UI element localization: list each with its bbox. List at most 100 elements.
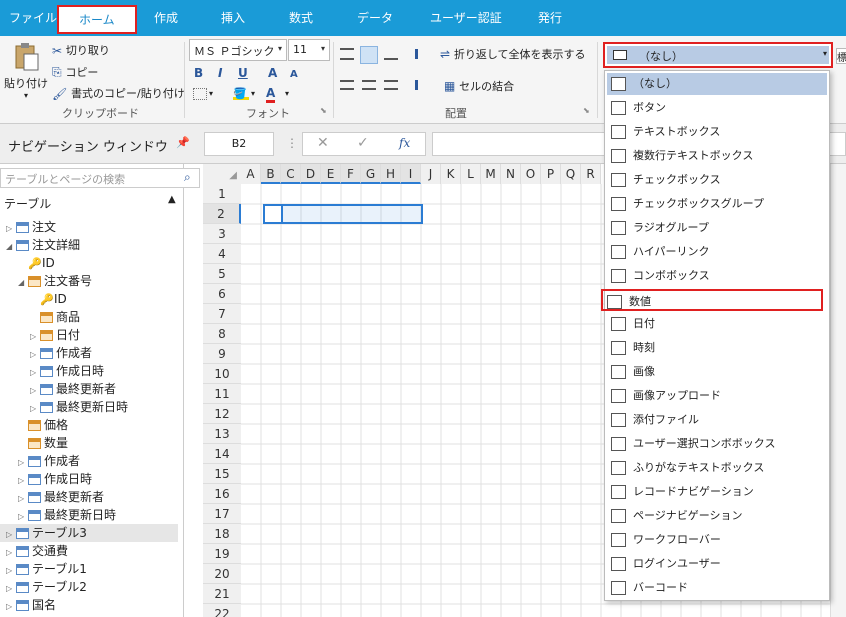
row-header[interactable]: 9 [203,344,241,364]
cancel-icon[interactable]: ✕ [317,135,329,151]
control-option[interactable]: チェックボックス [607,169,827,191]
nav-field[interactable]: ▷ 最終更新者 [18,488,104,506]
nav-field[interactable]: 価格 [18,416,68,434]
nav-field[interactable]: ▷ 最終更新日時 [18,506,116,524]
menu-publish[interactable]: 発行 [538,9,562,26]
row-header[interactable]: 22 [203,604,241,617]
style-select[interactable]: 標 [836,48,846,64]
menu-data[interactable]: データ [357,9,393,26]
row-header[interactable]: 18 [203,524,241,544]
search-icon[interactable]: ⌕ [184,170,191,185]
align-top-icon[interactable] [340,48,354,60]
column-header[interactable]: C [281,164,301,184]
select-all-corner[interactable]: ◢ [203,164,241,184]
font-color-button[interactable]: A [266,86,276,103]
column-header[interactable]: A [241,164,261,184]
border-button[interactable] [193,88,207,100]
control-option[interactable]: 日付 [607,313,827,335]
font-name-select[interactable]: ＭＳ Ｐゴシック ▾ [189,39,287,61]
indent-icon[interactable] [415,49,429,59]
row-header[interactable]: 15 [203,464,241,484]
grow-font-button[interactable]: A [268,66,277,80]
row-header[interactable]: 14 [203,444,241,464]
align-middle-icon[interactable] [360,46,378,64]
control-option[interactable]: ワークフローバー [607,529,827,551]
row-header[interactable]: 7 [203,304,241,324]
underline-button[interactable]: U [238,66,248,80]
row-header[interactable]: 6 [203,284,241,304]
control-option[interactable]: 添付ファイル [607,409,827,431]
nav-table-item[interactable]: ▷ テーブル1 [6,560,87,578]
expand-icon[interactable]: ◢ [6,238,16,256]
control-option[interactable]: ユーザー選択コンボボックス [607,433,827,455]
nav-table-item[interactable]: ▷ テーブル3 [0,524,178,542]
row-header[interactable]: 2 [203,204,241,224]
shrink-font-button[interactable]: A [290,69,298,80]
enter-icon[interactable]: ✓ [357,135,369,151]
control-option[interactable]: 複数行テキストボックス [607,145,827,167]
control-option[interactable]: チェックボックスグループ [607,193,827,215]
wrap-text-button[interactable]: ⇌ 折り返して全体を表示する [440,46,586,62]
control-option[interactable]: 数値 [601,289,823,311]
nav-field[interactable]: ▷ 最終更新者 [30,380,116,398]
italic-button[interactable]: I [218,66,222,80]
row-header[interactable]: 12 [203,404,241,424]
menu-user-auth[interactable]: ユーザー認証 [430,9,502,26]
row-header[interactable]: 3 [203,224,241,244]
control-option[interactable]: ページナビゲーション [607,505,827,527]
row-header[interactable]: 21 [203,584,241,604]
chevron-up-icon[interactable]: ▲ [168,194,176,205]
control-option[interactable]: 画像アップロード [607,385,827,407]
vertical-scrollbar[interactable] [830,164,846,617]
nav-field-key[interactable]: 🔑ID [30,290,67,308]
nav-table-item[interactable]: ▷ 交通費 [6,542,68,560]
column-header[interactable]: B [261,164,281,184]
nav-field[interactable]: ▷ 作成日時 [30,362,104,380]
nav-field[interactable]: ▷ 作成者 [30,344,92,362]
row-header[interactable]: 19 [203,544,241,564]
align-center-icon[interactable] [362,80,376,90]
column-header[interactable]: L [461,164,481,184]
column-header[interactable]: J [421,164,441,184]
nav-lookup[interactable]: ◢ 注文番号 [18,272,92,290]
nav-field[interactable]: ▷ 日付 [30,326,80,344]
control-option[interactable]: レコードナビゲーション [607,481,827,503]
cell-reference-box[interactable]: B2 [204,132,274,156]
menu-file[interactable]: ファイル [9,9,57,26]
paste-button[interactable]: 貼り付け ▾ [4,42,48,104]
row-header[interactable]: 1 [203,184,241,204]
tables-section-header[interactable]: テーブル [4,195,51,212]
row-header[interactable]: 20 [203,564,241,584]
column-header[interactable]: F [341,164,361,184]
menu-formula[interactable]: 数式 [289,9,313,26]
outdent-icon[interactable] [415,80,429,90]
control-option[interactable]: コンボボックス [607,265,827,287]
format-painter-button[interactable]: 🖌 書式のコピー/貼り付け [52,85,185,101]
align-left-icon[interactable] [340,80,354,90]
control-option[interactable]: ボタン [607,97,827,119]
column-header[interactable]: D [301,164,321,184]
row-header[interactable]: 11 [203,384,241,404]
row-header[interactable]: 10 [203,364,241,384]
column-header[interactable]: Q [561,164,581,184]
nav-field[interactable]: 商品 [30,308,80,326]
control-option[interactable]: ハイパーリンク [607,241,827,263]
nav-table-item[interactable]: ▷ 国名 [6,596,56,614]
expand-icon[interactable]: ◢ [18,274,28,292]
control-option[interactable]: ラジオグループ [607,217,827,239]
column-header[interactable]: P [541,164,561,184]
nav-table-item[interactable]: ◢ 注文詳細 [6,236,80,254]
column-header[interactable]: E [321,164,341,184]
nav-field[interactable]: ▷ 最終更新日時 [30,398,128,416]
menu-home[interactable]: ホーム [57,5,137,34]
font-size-select[interactable]: 11 ▾ [288,39,330,61]
function-icon[interactable]: fx [399,136,410,150]
dialog-launcher-icon[interactable]: ⬊ [320,106,327,115]
table-search-input[interactable]: テーブルとページの検索 [0,168,200,188]
nav-field-key[interactable]: 🔑ID [18,254,55,272]
align-right-icon[interactable] [384,80,398,90]
column-header[interactable]: H [381,164,401,184]
column-header[interactable]: M [481,164,501,184]
column-header[interactable]: G [361,164,381,184]
dialog-launcher-icon[interactable]: ⬊ [583,106,590,115]
